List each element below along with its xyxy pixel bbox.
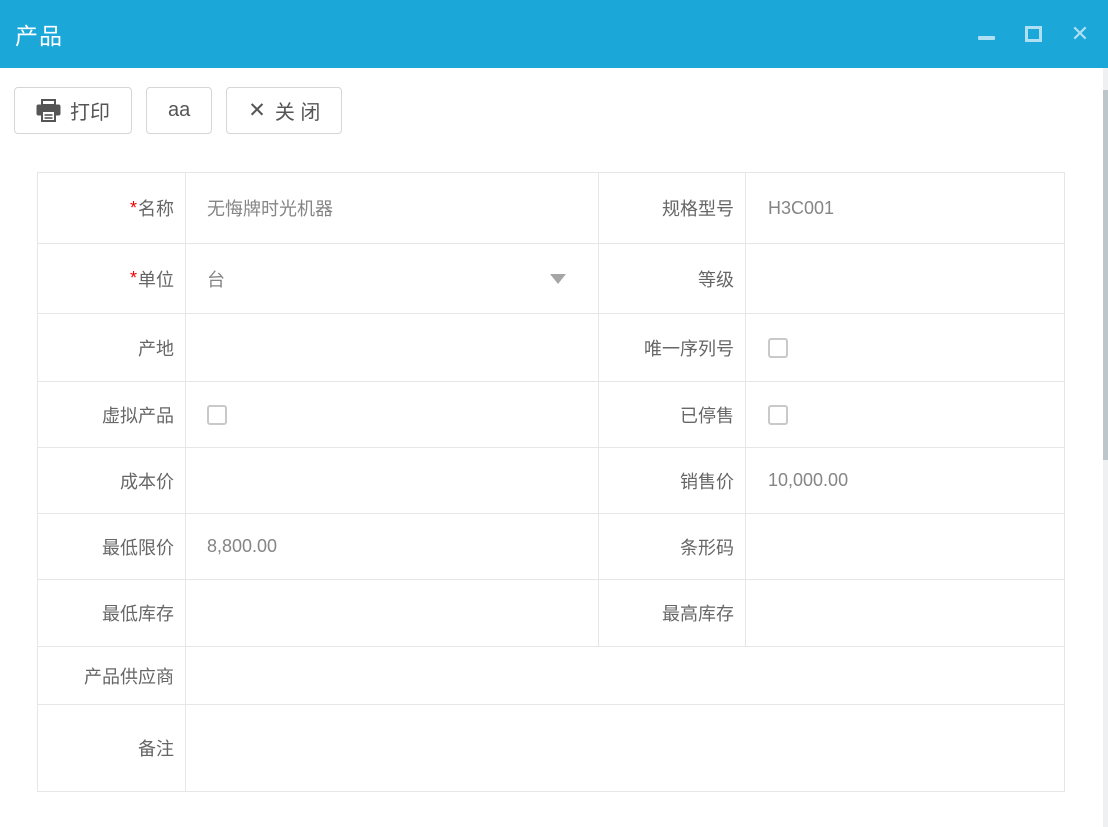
aa-button-label: aa (168, 99, 190, 122)
dialog-title: 产品 (0, 17, 63, 51)
close-window-button[interactable]: ✕ (1070, 24, 1090, 44)
field-label-grade: 等级 (599, 244, 746, 313)
form-row: 产地 唯一序列号 (38, 313, 1064, 381)
field-label-virtual-product: 虚拟产品 (38, 382, 186, 447)
close-form-button[interactable]: ✕ 关 闭 (226, 87, 342, 134)
maximize-icon (1025, 26, 1042, 42)
form-row: 最低限价 8,800.00 条形码 (38, 513, 1064, 579)
supplier-input[interactable] (186, 647, 1064, 704)
form-row: * 单位 台 等级 (38, 243, 1064, 313)
min-price-input[interactable]: 8,800.00 (186, 514, 599, 579)
form-row: * 名称 无悔牌时光机器 规格型号 H3C001 (38, 173, 1064, 243)
field-label-remark: 备注 (38, 705, 186, 791)
field-label-unique-serial: 唯一序列号 (599, 314, 746, 381)
aa-button[interactable]: aa (146, 87, 212, 134)
required-asterisk: * (130, 198, 137, 219)
dialog-titlebar[interactable]: 产品 ✕ (0, 0, 1108, 68)
max-stock-input[interactable] (746, 580, 1064, 646)
form-row: 最低库存 最高库存 (38, 579, 1064, 646)
spec-input[interactable]: H3C001 (746, 173, 1064, 243)
field-label-spec: 规格型号 (599, 173, 746, 243)
form-row: 产品供应商 (38, 646, 1064, 704)
barcode-input[interactable] (746, 514, 1064, 579)
field-label-min-stock: 最低库存 (38, 580, 186, 646)
form-row: 成本价 销售价 10,000.00 (38, 447, 1064, 513)
grade-input[interactable] (746, 244, 1064, 313)
virtual-product-checkbox[interactable] (207, 405, 227, 425)
field-label-supplier: 产品供应商 (38, 647, 186, 704)
form-row: 备注 (38, 704, 1064, 791)
sale-price-input[interactable]: 10,000.00 (746, 448, 1064, 513)
origin-input[interactable] (186, 314, 599, 381)
dropdown-arrow-icon (550, 274, 566, 284)
scrollbar-thumb[interactable] (1103, 90, 1108, 460)
unit-select[interactable]: 台 (186, 244, 599, 313)
field-label-barcode: 条形码 (599, 514, 746, 579)
field-label-min-price: 最低限价 (38, 514, 186, 579)
printer-icon (36, 99, 61, 122)
field-label-name: * 名称 (38, 173, 186, 243)
field-label-max-stock: 最高库存 (599, 580, 746, 646)
product-dialog: 产品 ✕ 打印 aa (0, 0, 1108, 827)
field-label-unit: * 单位 (38, 244, 186, 313)
toolbar: 打印 aa ✕ 关 闭 (14, 87, 342, 134)
vertical-scrollbar[interactable] (1103, 68, 1108, 827)
field-label-cost-price: 成本价 (38, 448, 186, 513)
product-form: * 名称 无悔牌时光机器 规格型号 H3C001 * 单位 台 等级 (37, 172, 1065, 792)
print-button[interactable]: 打印 (14, 87, 132, 134)
virtual-product-cell (186, 382, 599, 447)
minimize-button[interactable] (976, 24, 996, 44)
remark-textarea[interactable] (186, 705, 1064, 791)
print-button-label: 打印 (70, 96, 110, 125)
field-label-origin: 产地 (38, 314, 186, 381)
discontinued-checkbox[interactable] (768, 405, 788, 425)
unique-serial-checkbox[interactable] (768, 338, 788, 358)
form-row: 虚拟产品 已停售 (38, 381, 1064, 447)
min-stock-input[interactable] (186, 580, 599, 646)
unique-serial-cell (746, 314, 1064, 381)
cost-price-input[interactable] (186, 448, 599, 513)
required-asterisk: * (130, 268, 137, 289)
x-icon: ✕ (248, 100, 266, 121)
field-label-discontinued: 已停售 (599, 382, 746, 447)
unit-select-value: 台 (207, 266, 225, 292)
window-controls: ✕ (976, 0, 1090, 68)
name-input[interactable]: 无悔牌时光机器 (186, 173, 599, 243)
field-label-sale-price: 销售价 (599, 448, 746, 513)
maximize-button[interactable] (1023, 24, 1043, 44)
close-button-label: 关 闭 (275, 96, 321, 125)
minimize-icon (978, 36, 995, 40)
discontinued-cell (746, 382, 1064, 447)
